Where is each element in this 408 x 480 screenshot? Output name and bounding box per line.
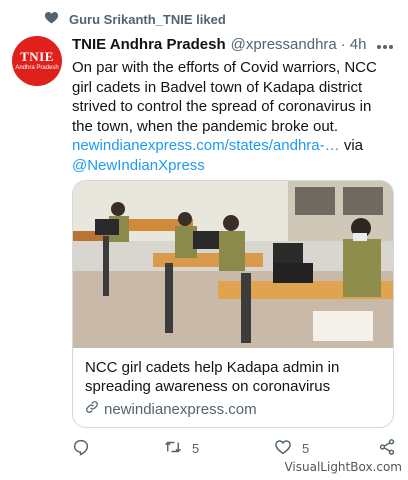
more-icon[interactable] xyxy=(376,37,394,53)
tweet-body: On par with the efforts of Covid warrior… xyxy=(72,59,377,135)
card-domain[interactable]: newindianexpress.com xyxy=(85,400,381,418)
social-context-label: Guru Srikanth_TNIE liked xyxy=(69,11,226,27)
card-image[interactable] xyxy=(73,181,393,348)
retweet-icon xyxy=(164,438,182,459)
link-card[interactable]: NCC girl cadets help Kadapa admin in spr… xyxy=(72,180,394,428)
link-icon xyxy=(85,400,99,418)
via-label: via xyxy=(343,137,363,154)
avatar[interactable]: TNIE Andhra Pradesh xyxy=(12,36,62,86)
author-handle[interactable]: @xpressandhra xyxy=(231,36,337,53)
tweet-timestamp[interactable]: 4h xyxy=(350,36,367,53)
card-title[interactable]: NCC girl cadets help Kadapa admin in spr… xyxy=(85,358,381,396)
avatar-logo-subtext: Andhra Pradesh xyxy=(15,65,59,71)
like-button[interactable]: 5 xyxy=(274,438,378,459)
tweet-actions: 5 5 xyxy=(72,438,398,459)
reply-icon xyxy=(72,438,90,459)
heart-icon xyxy=(44,10,59,28)
like-count: 5 xyxy=(302,441,310,456)
tweet-text: On par with the efforts of Covid warrior… xyxy=(72,58,396,175)
social-context[interactable]: Guru Srikanth_TNIE liked xyxy=(44,10,226,28)
watermark-text: VisualLightBox.com xyxy=(284,460,402,474)
card-domain-label: newindianexpress.com xyxy=(104,400,257,418)
retweet-button[interactable]: 5 xyxy=(164,438,274,459)
share-icon xyxy=(378,438,396,459)
tweet-link[interactable]: newindianexpress.com/states/andhra-… xyxy=(72,137,340,154)
tweet-header: TNIE Andhra Pradesh @xpressandhra · 4h xyxy=(72,36,396,53)
reply-button[interactable] xyxy=(72,438,164,459)
mention-link[interactable]: @NewIndianXpress xyxy=(72,157,205,174)
avatar-logo-text: TNIE xyxy=(20,49,54,64)
header-separator: · xyxy=(340,36,346,53)
share-button[interactable] xyxy=(378,438,396,459)
retweet-count: 5 xyxy=(192,441,200,456)
author-name[interactable]: TNIE Andhra Pradesh xyxy=(72,36,226,53)
like-icon xyxy=(274,438,292,459)
